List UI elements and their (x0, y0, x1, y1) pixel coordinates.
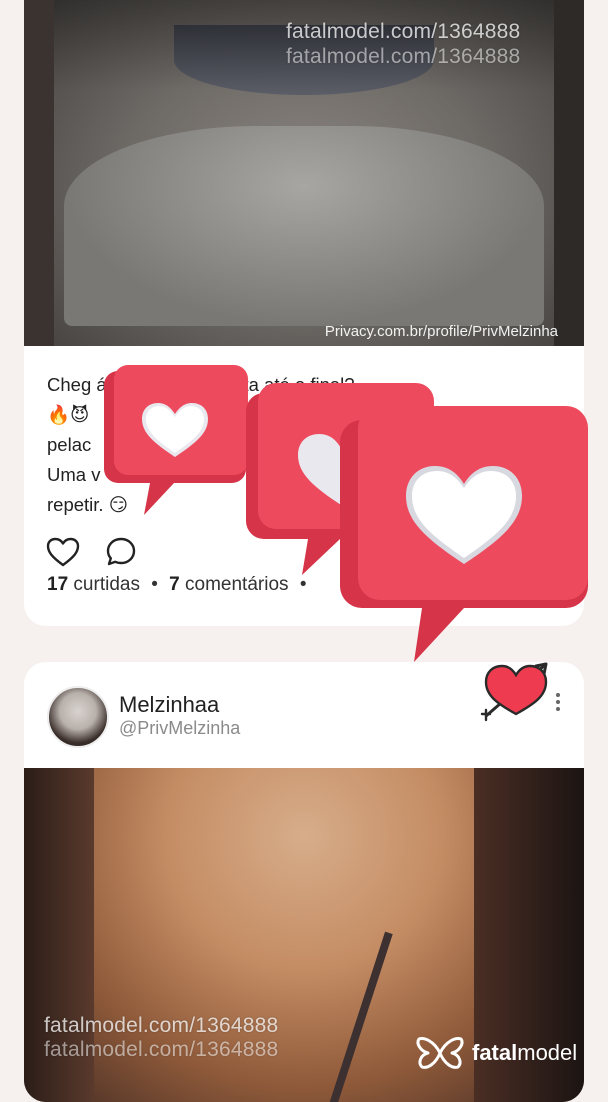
avatar[interactable] (47, 686, 109, 748)
dot (556, 700, 560, 704)
media-bedsheet (64, 126, 544, 326)
media-strap (323, 931, 393, 1102)
brand-name-bold: fatal (472, 1040, 518, 1065)
comment-count: 7 (169, 574, 180, 595)
dot (556, 707, 560, 711)
like-button[interactable] (46, 535, 80, 569)
watermark: fatalmodel.com/1364888 (286, 45, 521, 68)
author-handle[interactable]: @PrivMelzinha (119, 718, 240, 739)
watermark: fatalmodel.com/1364888 (44, 1038, 279, 1061)
butterfly-logo-icon (416, 1037, 464, 1069)
heart-outline-icon (46, 537, 80, 567)
watermark: fatalmodel.com/1364888 (44, 1014, 279, 1037)
brand-name-regular: model (517, 1040, 578, 1065)
brand-name: fatalmodel (472, 1040, 577, 1066)
likes-label[interactable]: curtidas (73, 574, 140, 595)
post-media[interactable]: fatalmodel.com/1364888 fatalmodel.com/13… (24, 0, 584, 346)
brand-logo: fatalmodel (416, 1034, 577, 1072)
author-name[interactable]: Melzinhaa (119, 692, 219, 718)
media-caption: Privacy.com.br/profile/PrivMelzinha (324, 323, 558, 340)
stats-separator: • (151, 574, 158, 595)
post-actions (46, 535, 246, 571)
heart-arrow-sticker (480, 658, 554, 727)
watermark: fatalmodel.com/1364888 (286, 20, 521, 43)
comment-button[interactable] (104, 535, 138, 569)
media-frame-right (554, 0, 584, 346)
speech-bubble-icon (106, 537, 136, 566)
heart-speech-bubble-sticker (340, 406, 590, 671)
like-count: 17 (47, 574, 69, 595)
vertical-dots-icon (556, 693, 560, 697)
heart-speech-bubble-sticker (104, 365, 249, 525)
media-frame-left (24, 0, 54, 346)
